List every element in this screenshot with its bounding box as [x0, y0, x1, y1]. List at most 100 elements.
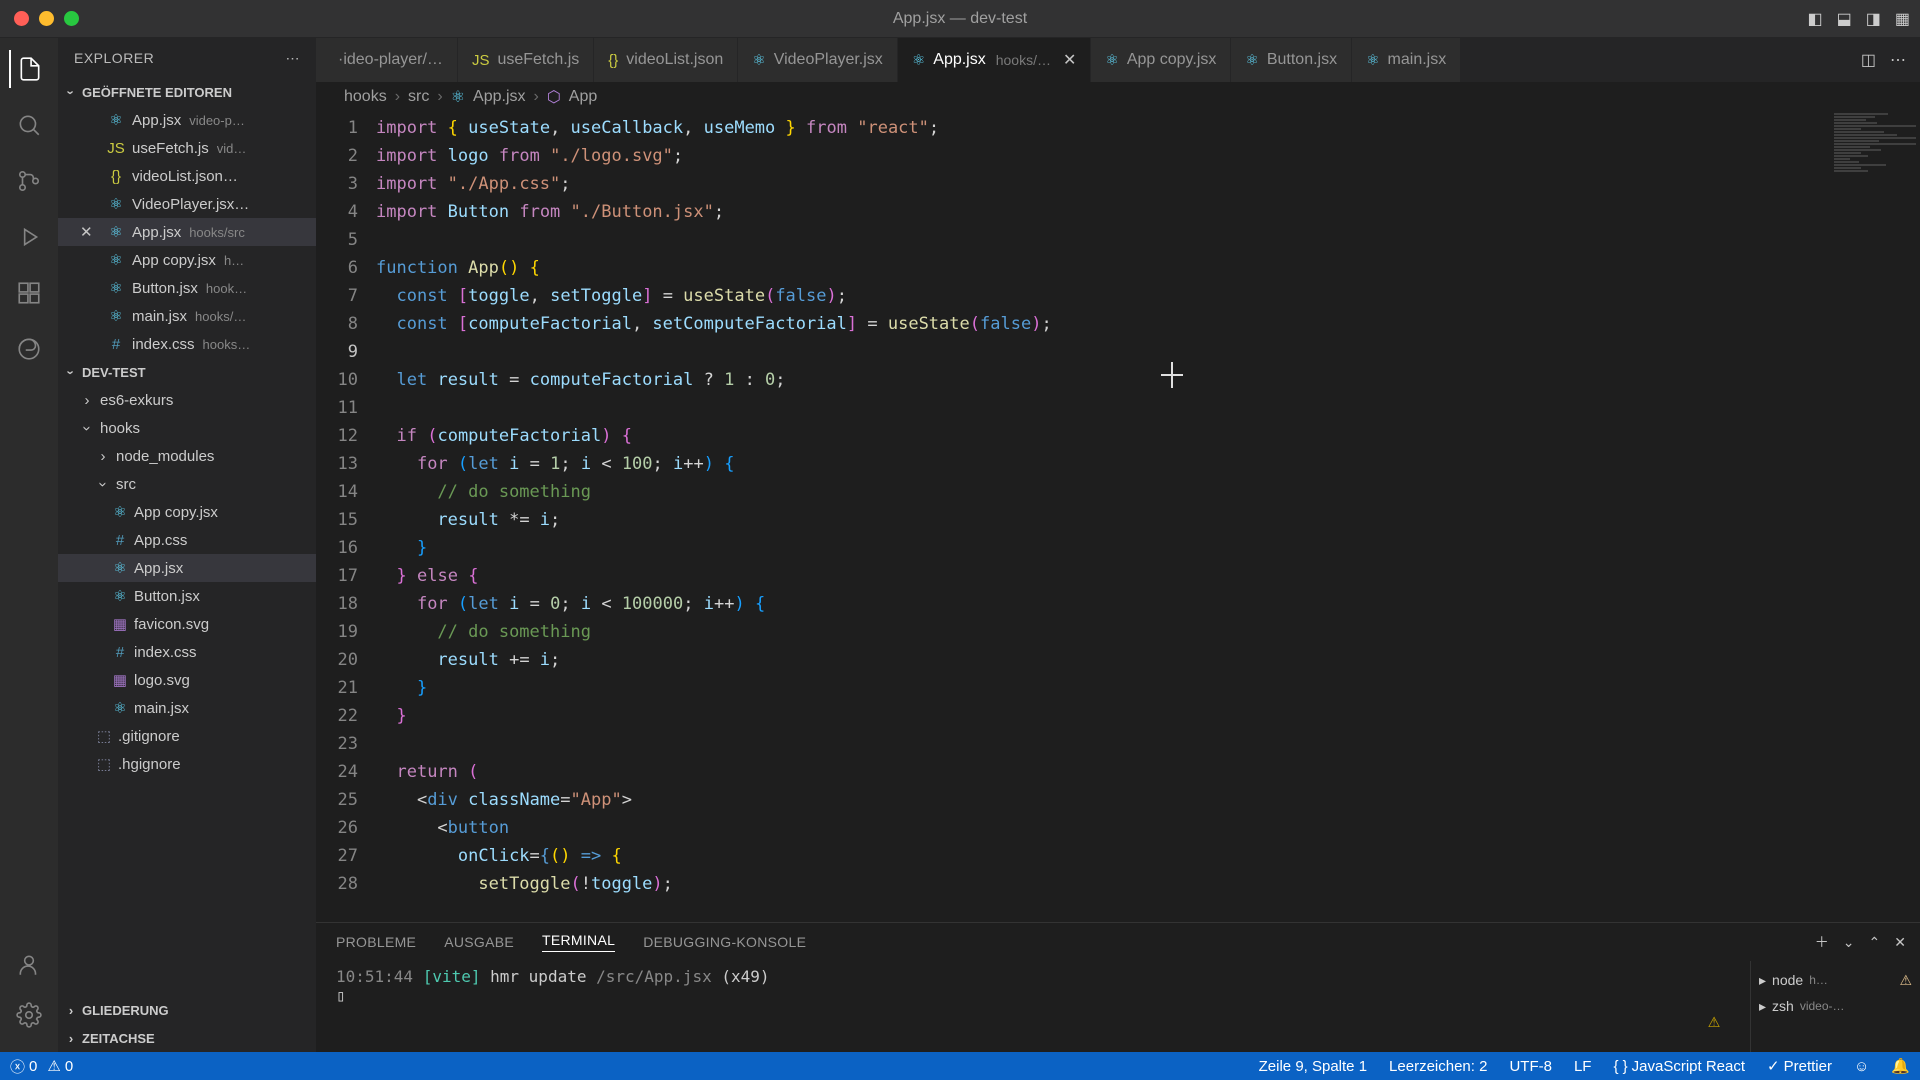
- terminal-instance[interactable]: ▸zshvideo-…: [1759, 993, 1912, 1019]
- open-editor-item[interactable]: ⚛VideoPlayer.jsx…: [58, 190, 316, 218]
- new-terminal-icon[interactable]: ＋: [1815, 932, 1829, 952]
- open-editors-label: GEÖFFNETE EDITOREN: [82, 85, 232, 100]
- file-icon: ⚛: [106, 195, 126, 213]
- open-editor-item[interactable]: {}videoList.json…: [58, 162, 316, 190]
- open-editor-item[interactable]: ⚛App copy.jsxh…: [58, 246, 316, 274]
- editor-tab[interactable]: {}videoList.json: [594, 38, 738, 82]
- breadcrumb-part[interactable]: App.jsx: [473, 88, 525, 106]
- open-editor-item[interactable]: ⚛main.jsxhooks/…: [58, 302, 316, 330]
- tab-terminal[interactable]: TERMINAL: [542, 932, 615, 952]
- file-item[interactable]: ⚛App copy.jsx: [58, 498, 316, 526]
- close-icon[interactable]: ✕: [80, 223, 100, 241]
- titlebar-layout-controls: ◧ ⬓ ◨ ▦: [1808, 9, 1911, 29]
- tab-problems[interactable]: PROBLEME: [336, 934, 416, 950]
- open-editor-item[interactable]: ⚛Button.jsxhook…: [58, 274, 316, 302]
- file-icon: ⚛: [912, 51, 925, 69]
- file-item[interactable]: ▦favicon.svg: [58, 610, 316, 638]
- status-bell-icon[interactable]: 🔔: [1891, 1057, 1910, 1075]
- close-icon[interactable]: ✕: [1063, 50, 1076, 70]
- terminal-dropdown-icon[interactable]: ⌄: [1843, 934, 1855, 951]
- status-warnings[interactable]: ⚠ 0: [47, 1057, 73, 1075]
- open-editor-item[interactable]: ✕⚛App.jsxhooks/src: [58, 218, 316, 246]
- file-item[interactable]: ▦logo.svg: [58, 666, 316, 694]
- file-hint: hook…: [206, 281, 247, 296]
- file-name: main.jsx: [132, 308, 187, 325]
- toggle-sidebar-icon[interactable]: ◧: [1808, 9, 1823, 29]
- tab-debug-console[interactable]: DEBUGGING-KONSOLE: [643, 934, 806, 950]
- sidebar-more-icon[interactable]: ⋯: [286, 50, 301, 67]
- open-editors-header[interactable]: › GEÖFFNETE EDITOREN: [58, 78, 316, 106]
- split-editor-icon[interactable]: ◫: [1861, 50, 1876, 70]
- folder-item[interactable]: ›src: [58, 470, 316, 498]
- warning-icon[interactable]: ⚠: [1708, 1008, 1720, 1032]
- editor-tab[interactable]: ⚛Button.jsx: [1231, 38, 1352, 82]
- more-actions-icon[interactable]: ⋯: [1890, 50, 1906, 70]
- status-prettier[interactable]: ✓ Prettier: [1767, 1057, 1832, 1075]
- folder-item[interactable]: ›node_modules: [58, 442, 316, 470]
- status-cursor-pos[interactable]: Zeile 9, Spalte 1: [1259, 1058, 1367, 1075]
- file-item[interactable]: #App.css: [58, 526, 316, 554]
- file-item[interactable]: ⬚.gitignore: [58, 722, 316, 750]
- file-item[interactable]: #index.css: [58, 638, 316, 666]
- editor-tab[interactable]: JSuseFetch.js: [458, 38, 594, 82]
- editor-tab[interactable]: ⚛VideoPlayer.jsx: [738, 38, 898, 82]
- terminal-instance[interactable]: ▸nodeh…⚠: [1759, 967, 1912, 993]
- close-panel-icon[interactable]: ✕: [1894, 934, 1906, 951]
- term-time: 10:51:44: [336, 967, 413, 986]
- file-item[interactable]: ⚛App.jsx: [58, 554, 316, 582]
- accounts-activity[interactable]: [10, 946, 48, 984]
- maximize-panel-icon[interactable]: ⌃: [1869, 934, 1881, 951]
- settings-activity[interactable]: [10, 996, 48, 1034]
- open-editor-item[interactable]: #index.csshooks…: [58, 330, 316, 358]
- status-eol[interactable]: LF: [1574, 1058, 1592, 1075]
- editor-tab[interactable]: ⚛App.jsxhooks/…✕: [898, 38, 1092, 82]
- status-errors[interactable]: ⓧ 0: [10, 1056, 37, 1077]
- outline-header[interactable]: › GLIEDERUNG: [58, 996, 316, 1024]
- explorer-activity[interactable]: [9, 50, 47, 88]
- project-header[interactable]: › DEV-TEST: [58, 358, 316, 386]
- folder-item[interactable]: ›hooks: [58, 414, 316, 442]
- customize-layout-icon[interactable]: ▦: [1895, 9, 1910, 29]
- terminal[interactable]: 10:51:44 [vite] hmr update /src/App.jsx …: [316, 961, 1750, 1052]
- minimize-window-button[interactable]: [39, 11, 54, 26]
- open-editors-list: ⚛App.jsxvideo-p…JSuseFetch.jsvid…{}video…: [58, 106, 316, 358]
- status-spaces[interactable]: Leerzeichen: 2: [1389, 1058, 1487, 1075]
- window-title: App.jsx — dev-test: [893, 10, 1027, 28]
- editor-tab[interactable]: ⚛main.jsx: [1352, 38, 1461, 82]
- file-name: .gitignore: [118, 728, 180, 745]
- breadcrumb-part[interactable]: src: [408, 88, 429, 106]
- extensions-activity[interactable]: [10, 274, 48, 312]
- toggle-panel-icon[interactable]: ⬓: [1837, 9, 1852, 29]
- scm-activity[interactable]: [10, 162, 48, 200]
- close-window-button[interactable]: [14, 11, 29, 26]
- toggle-secondary-sidebar-icon[interactable]: ◨: [1866, 9, 1881, 29]
- debug-activity[interactable]: [10, 218, 48, 256]
- folder-item[interactable]: ›es6-exkurs: [58, 386, 316, 414]
- status-feedback-icon[interactable]: ☺: [1854, 1058, 1869, 1075]
- breadcrumb-part[interactable]: hooks: [344, 88, 387, 106]
- maximize-window-button[interactable]: [64, 11, 79, 26]
- file-name: .hgignore: [118, 756, 181, 773]
- timeline-header[interactable]: › ZEITACHSE: [58, 1024, 316, 1052]
- edge-activity[interactable]: [10, 330, 48, 368]
- file-item[interactable]: ⬚.hgignore: [58, 750, 316, 778]
- status-language[interactable]: { } JavaScript React: [1613, 1058, 1745, 1075]
- breadcrumb-part[interactable]: App: [569, 88, 597, 106]
- editor-tab[interactable]: ·ideo-player/…: [316, 38, 458, 82]
- status-bar: ⓧ 0 ⚠ 0 Zeile 9, Spalte 1 Leerzeichen: 2…: [0, 1052, 1920, 1080]
- code-content[interactable]: import { useState, useCallback, useMemo …: [376, 112, 1920, 922]
- file-item[interactable]: ⚛Button.jsx: [58, 582, 316, 610]
- status-encoding[interactable]: UTF-8: [1509, 1058, 1552, 1075]
- minimap[interactable]: [1830, 112, 1920, 922]
- code-editor[interactable]: 1234567891011121314151617181920212223242…: [316, 112, 1920, 922]
- tab-output[interactable]: AUSGABE: [444, 934, 514, 950]
- file-icon: ⚛: [110, 559, 130, 577]
- breadcrumb[interactable]: hooks› src› ⚛App.jsx› ⬡App: [316, 82, 1920, 112]
- open-editor-item[interactable]: ⚛App.jsxvideo-p…: [58, 106, 316, 134]
- file-item[interactable]: ⚛main.jsx: [58, 694, 316, 722]
- open-editor-item[interactable]: JSuseFetch.jsvid…: [58, 134, 316, 162]
- editor-tab[interactable]: ⚛App copy.jsx: [1091, 38, 1231, 82]
- file-icon: ⚛: [110, 503, 130, 521]
- search-activity[interactable]: [10, 106, 48, 144]
- file-name: Button.jsx: [132, 280, 198, 297]
